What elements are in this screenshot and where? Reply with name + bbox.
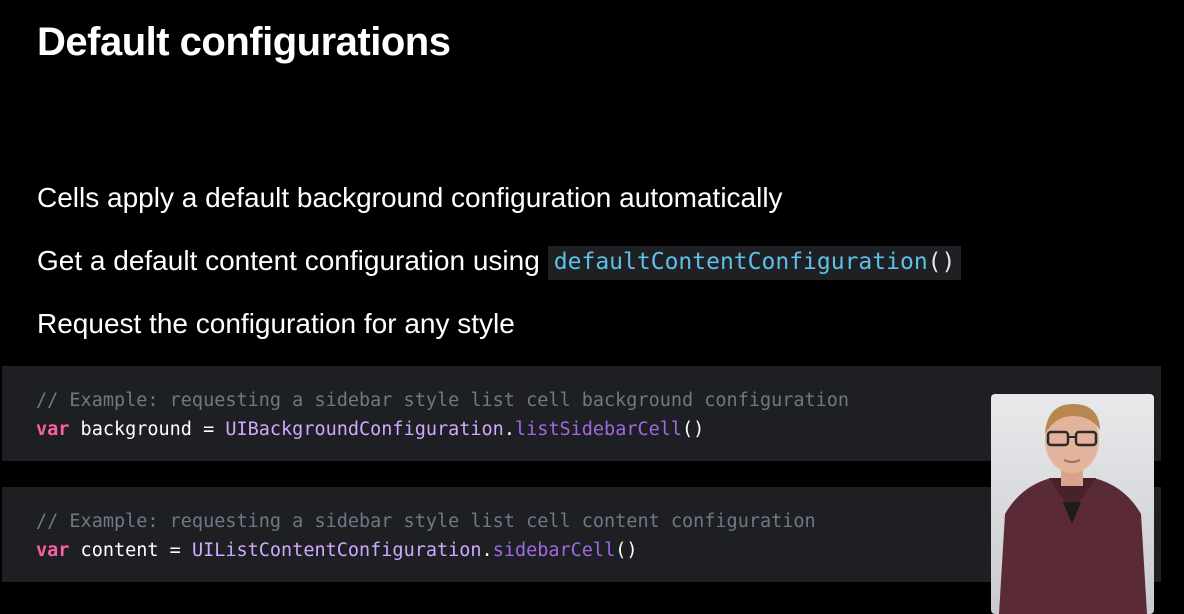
inline-code-parens: () bbox=[927, 249, 956, 275]
inline-code: defaultContentConfiguration() bbox=[547, 246, 962, 280]
code-dot: . bbox=[503, 419, 515, 440]
code-comment: // Example: requesting a sidebar style l… bbox=[36, 511, 816, 532]
bullet-content-config-text: Get a default content configuration usin… bbox=[37, 245, 540, 276]
code-parens: () bbox=[682, 419, 705, 440]
bullet-any-style: Request the configuration for any style bbox=[37, 308, 515, 339]
code-keyword: var bbox=[36, 540, 70, 561]
code-parens: () bbox=[615, 540, 638, 561]
code-method: sidebarCell bbox=[492, 540, 616, 561]
code-type: UIListContentConfiguration bbox=[191, 540, 482, 561]
code-line: var background = UIBackgroundConfigurati… bbox=[36, 419, 704, 440]
presenter-icon bbox=[999, 404, 1147, 614]
presenter-video bbox=[991, 394, 1154, 614]
bullet-background-config: Cells apply a default background configu… bbox=[37, 182, 783, 213]
code-keyword: var bbox=[36, 419, 70, 440]
code-block-background: // Example: requesting a sidebar style l… bbox=[2, 366, 1161, 461]
code-assignment: content = bbox=[69, 540, 192, 561]
code-assignment: background = bbox=[69, 419, 226, 440]
code-comment: // Example: requesting a sidebar style l… bbox=[36, 390, 850, 411]
code-method: listSidebarCell bbox=[514, 419, 683, 440]
code-block-content: // Example: requesting a sidebar style l… bbox=[2, 487, 1161, 582]
bullet-content-config: Get a default content configuration usin… bbox=[37, 245, 962, 280]
inline-code-function: defaultContentConfiguration bbox=[553, 249, 928, 275]
slide-title: Default configurations bbox=[37, 20, 451, 64]
code-dot: . bbox=[481, 540, 493, 561]
code-type: UIBackgroundConfiguration bbox=[225, 419, 504, 440]
code-line: var content = UIListContentConfiguration… bbox=[36, 540, 638, 561]
